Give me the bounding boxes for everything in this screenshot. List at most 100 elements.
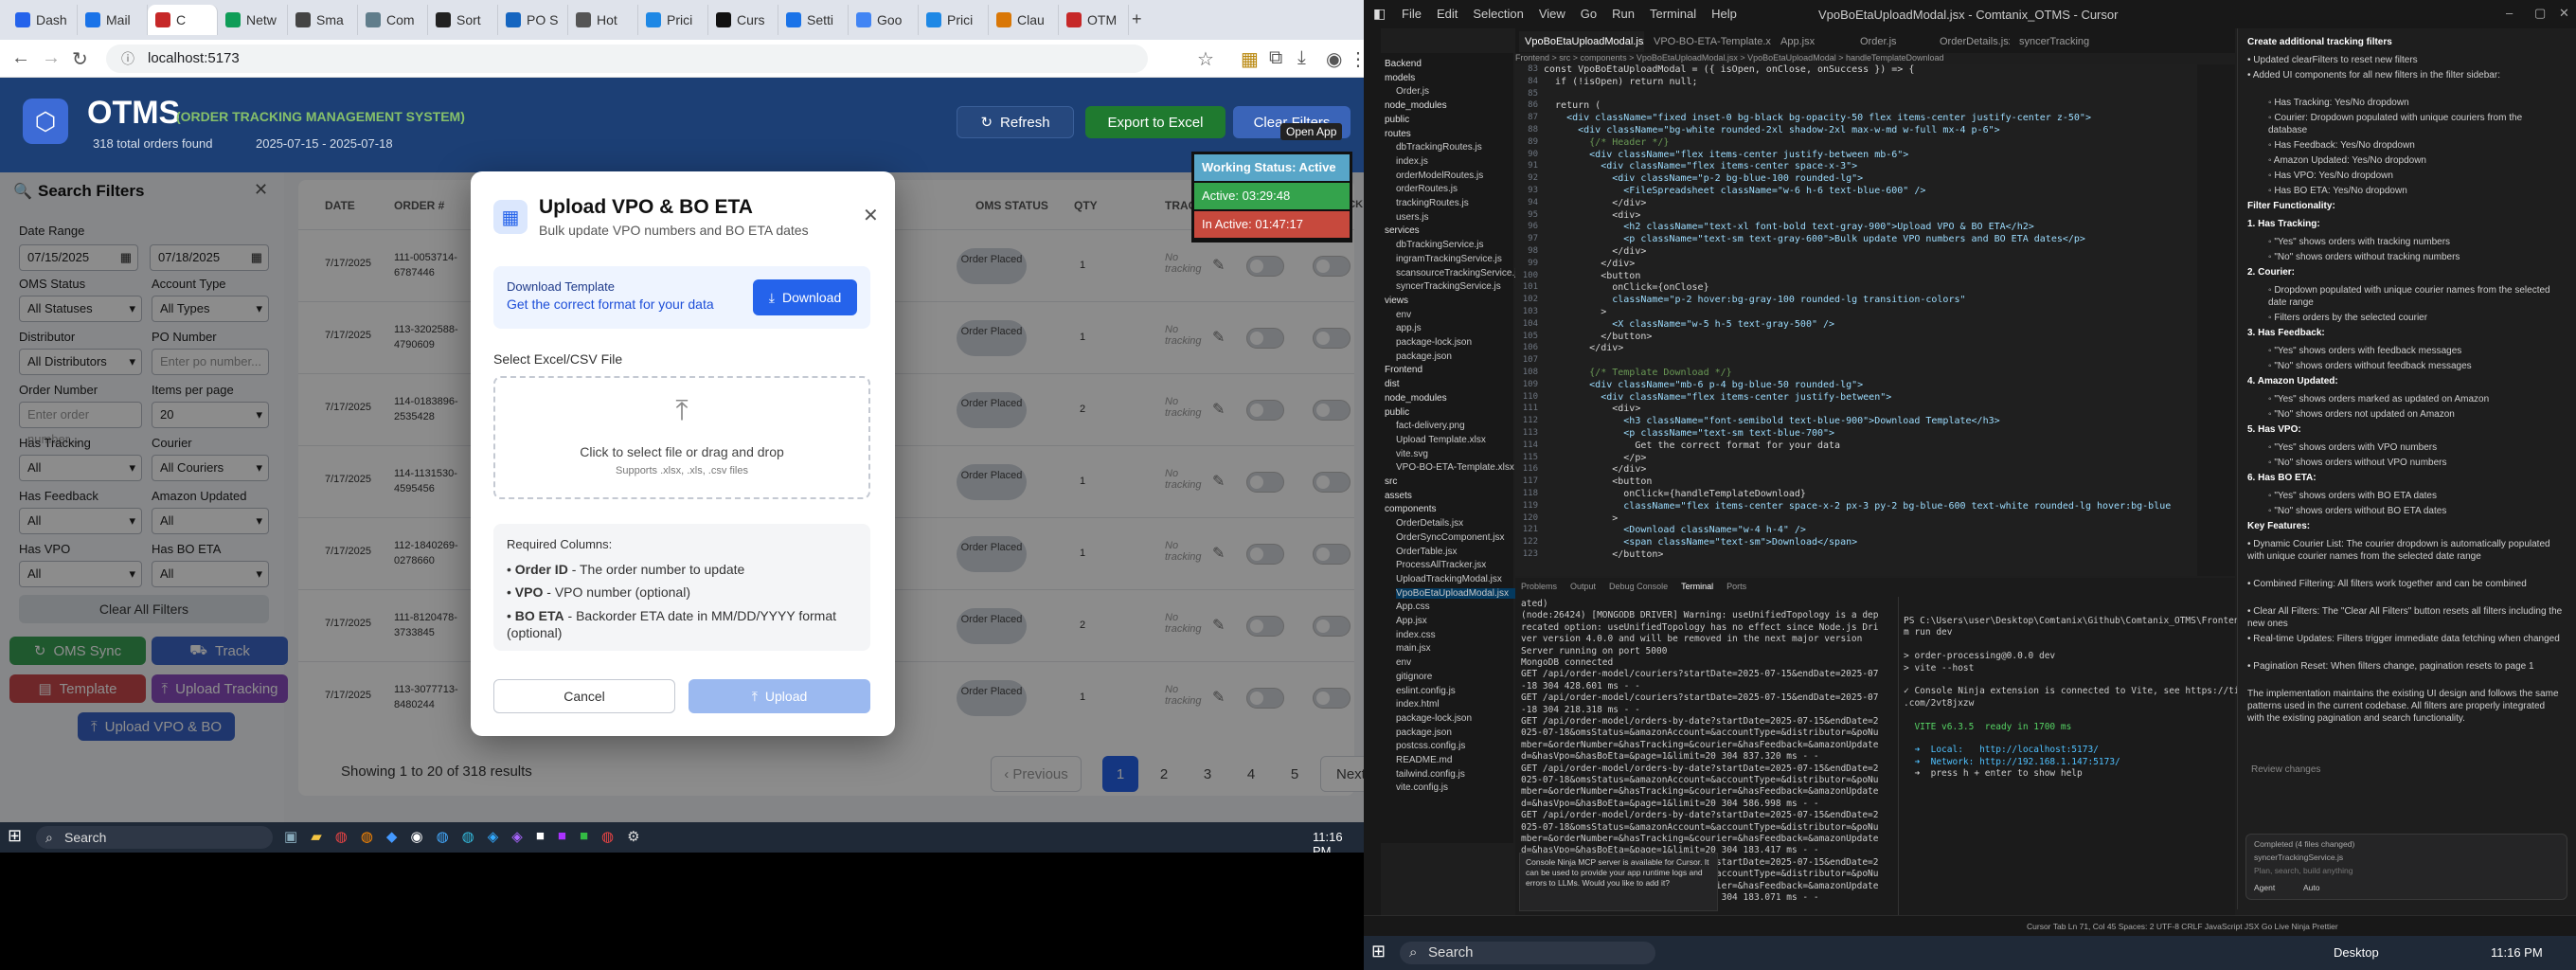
menu-item[interactable]: Selection: [1473, 7, 1523, 21]
code-editor[interactable]: 83 const VpoBoEtaUploadModal = ({ isOpen,…: [1515, 64, 2216, 576]
file-item[interactable]: App.jsx: [1396, 616, 1427, 626]
upload-button[interactable]: ⤒ Upload: [689, 679, 870, 713]
browser-tab[interactable]: Com: [358, 5, 428, 35]
file-item[interactable]: ProcessAllTracker.jsx: [1396, 560, 1486, 570]
model-auto[interactable]: Auto: [2303, 882, 2320, 894]
app-icon[interactable]: ◍: [462, 828, 474, 845]
file-item[interactable]: eslint.config.js: [1396, 686, 1456, 696]
file-item[interactable]: dbTrackingService.js: [1396, 240, 1483, 250]
minimap[interactable]: [2197, 64, 2235, 576]
folder-item[interactable]: assets: [1385, 491, 1412, 501]
extension-icon[interactable]: ▦: [1241, 47, 1259, 71]
folder-item[interactable]: Frontend: [1385, 365, 1422, 375]
folder-item[interactable]: routes: [1385, 129, 1411, 139]
folder-item[interactable]: node_modules: [1385, 393, 1447, 404]
panel-tab[interactable]: Problems: [1521, 582, 1557, 591]
settings-icon[interactable]: ⚙: [627, 828, 639, 845]
file-item[interactable]: index.js: [1396, 156, 1428, 167]
file-item[interactable]: package-lock.json: [1396, 337, 1472, 348]
browser-tab[interactable]: Clau: [989, 5, 1059, 35]
app-icon[interactable]: ◍: [437, 828, 449, 845]
file-item[interactable]: env: [1396, 657, 1411, 668]
file-item[interactable]: README.md: [1396, 755, 1452, 765]
menu-kebab-icon[interactable]: ⋮: [1349, 47, 1364, 71]
app-icon[interactable]: ◈: [511, 828, 523, 845]
vscode-icon[interactable]: ◈: [488, 828, 499, 845]
terminal-divider[interactable]: [1898, 597, 1899, 919]
file-item[interactable]: postcss.config.js: [1396, 741, 1465, 751]
file-item[interactable]: VpoBoEtaUploadModal.jsx: [1396, 587, 1525, 599]
menu-item[interactable]: Edit: [1437, 7, 1458, 21]
browser-tab[interactable]: Goo: [849, 5, 919, 35]
browser-tab[interactable]: Dash: [8, 5, 78, 35]
downloads-icon[interactable]: ⤓: [1297, 47, 1306, 69]
new-tab-icon[interactable]: +: [1132, 9, 1142, 29]
chrome-icon[interactable]: ◍: [601, 828, 614, 845]
file-item[interactable]: vite.config.js: [1396, 782, 1448, 793]
export-excel-button[interactable]: Export to Excel: [1085, 106, 1225, 138]
file-item[interactable]: dbTrackingRoutes.js: [1396, 142, 1482, 153]
file-item[interactable]: fact-delivery.png: [1396, 421, 1465, 431]
browser-tab[interactable]: Sma: [288, 5, 358, 35]
file-item[interactable]: UploadTrackingModal.jsx: [1396, 574, 1502, 584]
folder-item[interactable]: public: [1385, 115, 1409, 125]
browser-tab[interactable]: Prici: [919, 5, 989, 35]
app-icon[interactable]: ◆: [386, 828, 398, 845]
file-item[interactable]: Upload Template.xlsx: [1396, 435, 1486, 445]
close-window-icon[interactable]: ✕: [2559, 6, 2569, 21]
browser-tab[interactable]: Setti: [778, 5, 849, 35]
minimize-icon[interactable]: –: [2506, 6, 2513, 20]
editor-tab[interactable]: syncerTrackingServ: [2013, 31, 2089, 52]
onenote-icon[interactable]: ■: [558, 828, 566, 845]
file-item[interactable]: tailwind.config.js: [1396, 769, 1465, 780]
browser-tab[interactable]: PO S: [498, 5, 568, 35]
site-info-icon[interactable]: ⓘ: [121, 45, 134, 73]
taskbar-search[interactable]: ⌕ Search: [36, 826, 273, 849]
menu-item[interactable]: Help: [1711, 7, 1737, 21]
file-item[interactable]: OrderSyncComponent.jsx: [1396, 532, 1505, 543]
file-item[interactable]: package.json: [1396, 351, 1452, 362]
file-item[interactable]: app.js: [1396, 323, 1422, 333]
folder-item[interactable]: services: [1385, 225, 1420, 236]
file-item[interactable]: vite.svg: [1396, 449, 1428, 459]
menu-item[interactable]: View: [1539, 7, 1565, 21]
file-item[interactable]: OrderTable.jsx: [1396, 547, 1457, 557]
cancel-button[interactable]: Cancel: [493, 679, 675, 713]
download-template-button[interactable]: ⤓ Download: [753, 279, 857, 315]
file-item[interactable]: index.css: [1396, 630, 1436, 640]
file-item[interactable]: trackingRoutes.js: [1396, 198, 1469, 208]
file-item[interactable]: env: [1396, 310, 1411, 320]
panel-tab[interactable]: Ports: [1726, 582, 1746, 591]
file-item[interactable]: syncerTrackingService.js: [1396, 281, 1501, 292]
open-app-badge[interactable]: Open App: [1280, 123, 1343, 140]
panel-tab[interactable]: Terminal: [1681, 582, 1713, 591]
browser-tab[interactable]: Sort: [428, 5, 498, 35]
profile-icon[interactable]: ◉: [1326, 47, 1342, 71]
browser-tab[interactable]: Prici: [638, 5, 708, 35]
cursor-icon[interactable]: ■: [536, 828, 545, 845]
file-explorer-icon[interactable]: ▰: [311, 828, 322, 845]
folder-item[interactable]: public: [1385, 407, 1409, 418]
folder-item[interactable]: Backend: [1385, 59, 1422, 69]
file-item[interactable]: VPO-BO-ETA-Template.xlsx: [1396, 462, 1514, 473]
file-item[interactable]: orderModelRoutes.js: [1396, 171, 1483, 181]
editor-tab[interactable]: App.jsx: [1775, 31, 1851, 52]
browser-tab[interactable]: Hot: [568, 5, 638, 35]
editor-tab[interactable]: VpoBoEtaUploadModal.jsx: [1519, 31, 1644, 52]
app-icon[interactable]: ◉: [410, 828, 422, 845]
folder-item[interactable]: dist: [1385, 379, 1400, 389]
agent-mode[interactable]: Agent: [2254, 882, 2275, 894]
url-field[interactable]: ⓘ localhost:5173: [106, 45, 1148, 73]
file-item[interactable]: OrderDetails.jsx: [1396, 518, 1463, 529]
folder-item[interactable]: models: [1385, 73, 1415, 83]
firefox-icon[interactable]: ◍: [361, 828, 373, 845]
review-changes[interactable]: Review changes: [2251, 763, 2320, 776]
editor-tab[interactable]: VPO-BO-ETA-Template.xlsx: [1648, 31, 1771, 52]
refresh-button[interactable]: ↻ Refresh: [957, 106, 1074, 138]
file-item[interactable]: App.css: [1396, 602, 1430, 612]
browser-tab[interactable]: OTM: [1059, 5, 1129, 35]
file-item[interactable]: orderRoutes.js: [1396, 184, 1458, 194]
close-modal-icon[interactable]: ✕: [863, 204, 879, 227]
file-drop-zone[interactable]: ⤒ Click to select file or drag and drop …: [493, 376, 870, 499]
chat-file-chip[interactable]: syncerTrackingService.js: [2254, 852, 2343, 864]
